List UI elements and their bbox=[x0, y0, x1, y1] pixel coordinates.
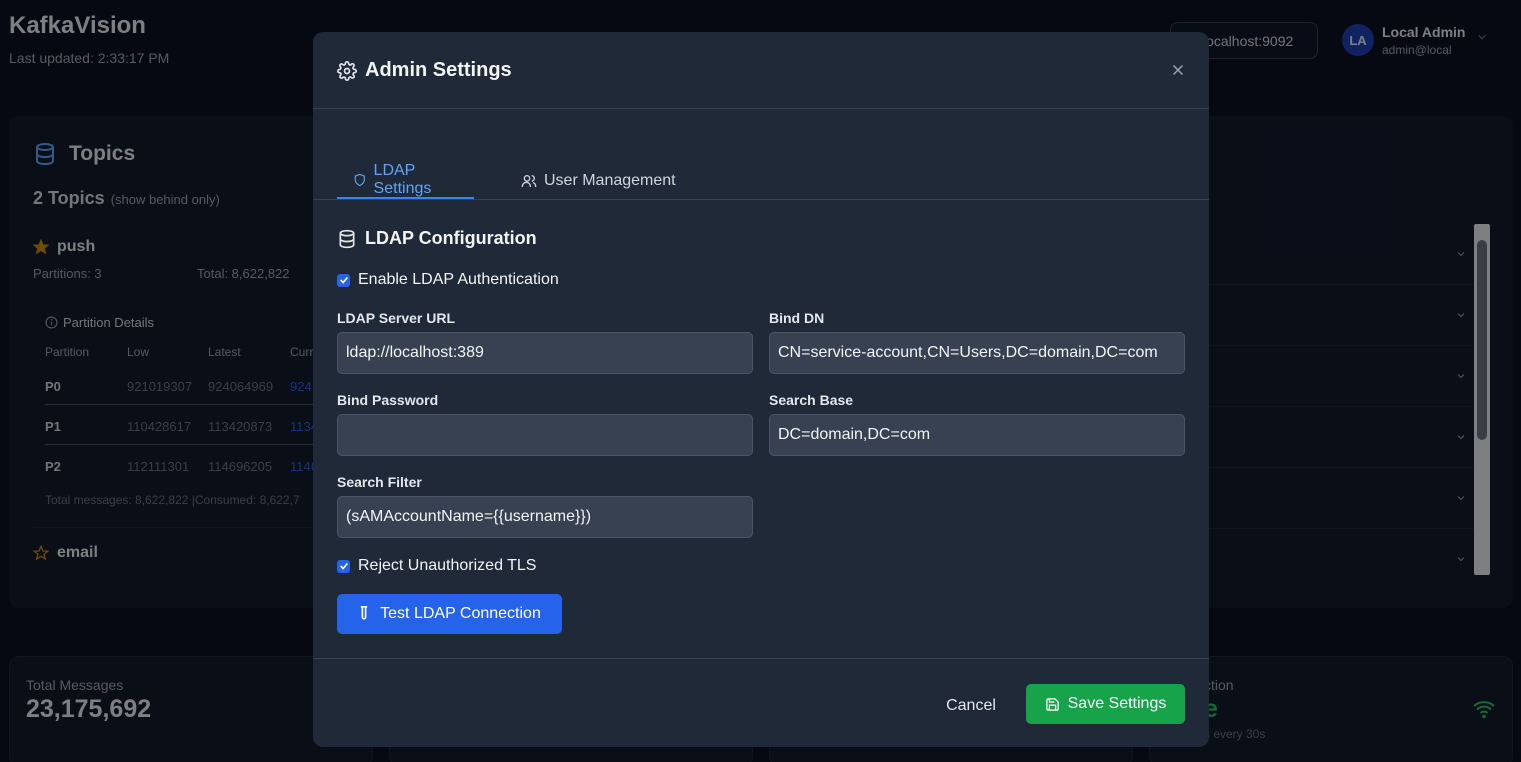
reject-tls-label: Reject Unauthorized TLS bbox=[358, 557, 537, 574]
search-filter-label: Search Filter bbox=[337, 474, 422, 490]
cancel-button[interactable]: Cancel bbox=[933, 686, 1009, 726]
save-settings-label: Save Settings bbox=[1067, 695, 1167, 712]
search-base-label: Search Base bbox=[769, 392, 854, 408]
modal-title-label: Admin Settings bbox=[365, 59, 512, 81]
close-icon[interactable] bbox=[1169, 61, 1187, 79]
section-title-label: LDAP Configuration bbox=[365, 228, 537, 248]
save-icon bbox=[1045, 697, 1059, 711]
test-ldap-label: Test LDAP Connection bbox=[380, 605, 541, 622]
server-url-label: LDAP Server URL bbox=[337, 310, 456, 326]
test-ldap-button[interactable]: Test LDAP Connection bbox=[337, 594, 562, 634]
bind-password-input[interactable] bbox=[337, 414, 753, 456]
test-tube-icon bbox=[360, 606, 368, 620]
checkmark-icon bbox=[339, 276, 348, 284]
enable-ldap-checkbox-row[interactable]: Enable LDAP Authentication bbox=[337, 271, 559, 289]
server-url-input[interactable] bbox=[337, 332, 753, 374]
reject-tls-checkbox[interactable] bbox=[337, 559, 350, 573]
section-title: LDAP Configuration bbox=[337, 228, 537, 249]
tab-user-management[interactable]: User Management bbox=[521, 162, 676, 199]
database-icon bbox=[339, 229, 355, 248]
search-base-input[interactable] bbox=[769, 414, 1185, 456]
enable-ldap-label: Enable LDAP Authentication bbox=[358, 271, 559, 288]
modal-title: Admin Settings bbox=[337, 59, 512, 82]
modal-header: Admin Settings bbox=[313, 32, 1209, 109]
modal-footer: Cancel Save Settings bbox=[313, 658, 1209, 747]
checkmark-icon bbox=[339, 562, 348, 570]
bind-password-label: Bind Password bbox=[337, 392, 439, 408]
users-icon bbox=[521, 174, 537, 187]
gear-icon bbox=[337, 60, 357, 81]
tab-label: User Management bbox=[544, 171, 676, 189]
reject-tls-checkbox-row[interactable]: Reject Unauthorized TLS bbox=[337, 557, 536, 575]
bind-dn-input[interactable] bbox=[769, 332, 1185, 374]
tab-ldap-settings[interactable]: LDAP Settings bbox=[337, 162, 474, 199]
enable-ldap-checkbox[interactable] bbox=[337, 273, 350, 287]
save-settings-button[interactable]: Save Settings bbox=[1026, 684, 1185, 724]
admin-settings-modal: Admin Settings LDAP Settings User Manage… bbox=[313, 32, 1209, 747]
shield-icon bbox=[354, 173, 365, 186]
modal-tabs: LDAP Settings User Management bbox=[313, 162, 1209, 200]
search-filter-input[interactable] bbox=[337, 496, 753, 538]
bind-dn-label: Bind DN bbox=[769, 310, 825, 326]
tab-label: LDAP Settings bbox=[373, 161, 432, 197]
